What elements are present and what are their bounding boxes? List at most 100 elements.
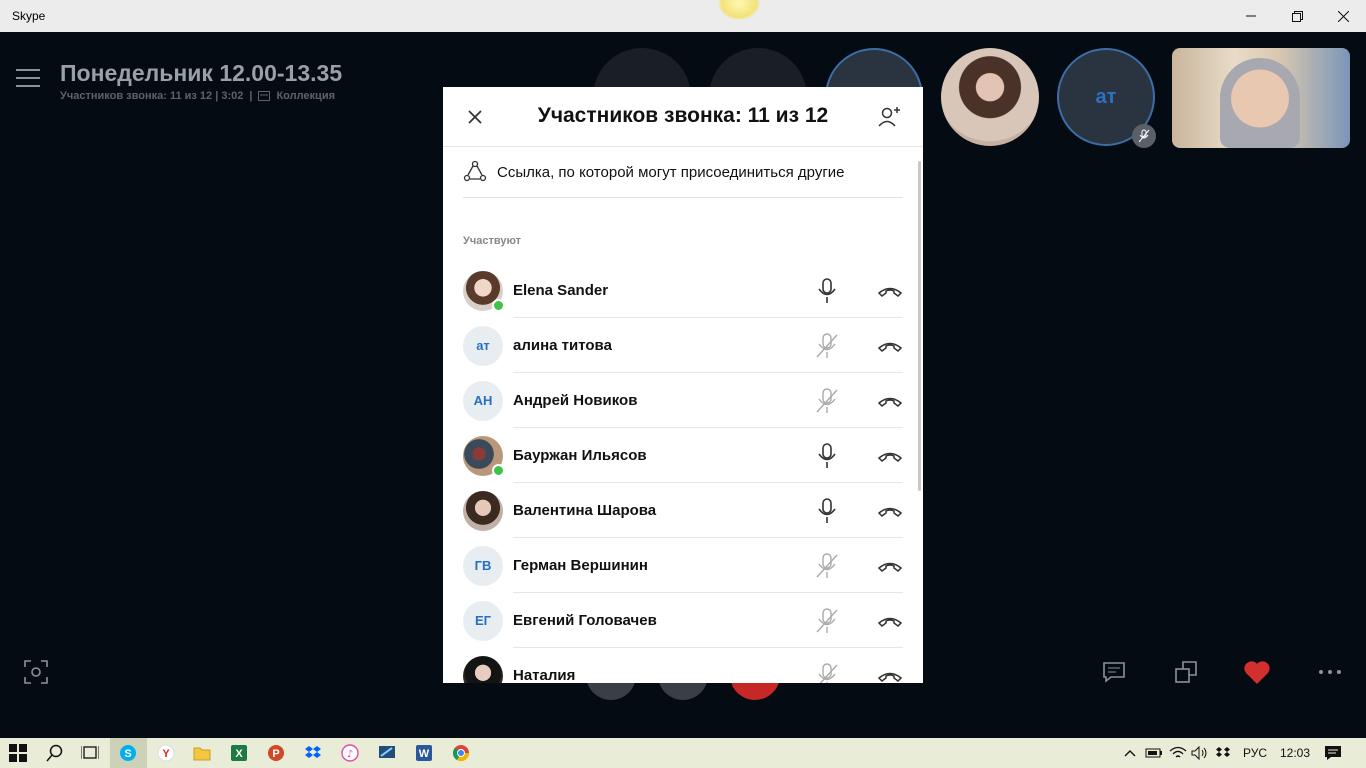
start-button[interactable]	[8, 743, 28, 763]
window-title: Skype	[12, 9, 46, 23]
remove-participant-button[interactable]	[877, 614, 903, 628]
search-icon	[46, 744, 63, 762]
participant-tile-photo[interactable]	[941, 48, 1039, 146]
hang-up-icon	[877, 562, 903, 572]
chrome-icon[interactable]	[451, 743, 471, 763]
avatar	[463, 490, 503, 531]
mic-icon	[818, 497, 836, 523]
participant-row[interactable]: Валентина Шарова	[463, 483, 903, 538]
muted-badge	[1132, 124, 1156, 148]
tablet-app-icon[interactable]	[377, 743, 397, 763]
dropbox-tray-icon[interactable]	[1213, 743, 1233, 763]
minimize-button[interactable]	[1228, 0, 1274, 32]
mic-muted-icon	[816, 552, 838, 578]
wifi-icon[interactable]	[1168, 743, 1188, 763]
action-center-button[interactable]	[1323, 743, 1343, 763]
gallery-link[interactable]: Коллекция	[276, 90, 335, 102]
menu-button[interactable]	[16, 69, 40, 89]
powerpoint-icon[interactable]: P	[266, 743, 286, 763]
remove-participant-button[interactable]	[877, 394, 903, 408]
hang-up-icon	[877, 617, 903, 627]
gallery-icon	[258, 91, 271, 101]
input-language[interactable]: РУС	[1243, 746, 1267, 760]
title-bar: Skype	[0, 0, 1366, 32]
windows-icon	[9, 744, 27, 762]
avatar-initials: ЕГ	[463, 600, 503, 641]
mute-participant-button[interactable]	[815, 497, 839, 524]
invite-link-row[interactable]: Ссылка, по которой могут присоединиться …	[463, 147, 903, 198]
remove-participant-button[interactable]	[877, 449, 903, 463]
add-participant-button[interactable]	[877, 105, 903, 129]
hang-up-icon	[877, 672, 903, 682]
mic-icon	[818, 442, 836, 468]
hang-up-icon	[877, 507, 903, 517]
hang-up-icon	[877, 287, 903, 297]
reaction-button[interactable]	[1243, 658, 1271, 686]
participant-video[interactable]	[1172, 48, 1350, 148]
chevron-up-icon	[1124, 750, 1136, 757]
remove-participant-button[interactable]	[877, 669, 903, 683]
search-button[interactable]	[45, 743, 65, 763]
share-link-icon	[463, 160, 487, 182]
skype-taskbar-icon[interactable]: S	[118, 743, 138, 763]
word-icon[interactable]: W	[414, 743, 434, 763]
chat-button[interactable]	[1100, 658, 1128, 686]
participant-muted-indicator	[815, 662, 839, 683]
itunes-icon[interactable]: ♪	[340, 743, 360, 763]
mute-participant-button[interactable]	[815, 442, 839, 469]
participant-row[interactable]: ЕГ Евгений Головачев	[463, 593, 903, 648]
participant-row[interactable]: АН Андрей Новиков	[463, 373, 903, 428]
participant-row[interactable]: ГВ Герман Вершинин	[463, 538, 903, 593]
participant-name: Бауржан Ильясов	[513, 447, 647, 464]
separator: |	[249, 90, 253, 102]
yandex-browser-icon[interactable]: Y	[156, 743, 176, 763]
battery-icon[interactable]	[1144, 743, 1164, 763]
avatar-initials: АН	[463, 380, 503, 421]
participant-row[interactable]: Elena Sander	[463, 263, 903, 318]
panel-scrollbar[interactable]	[918, 161, 921, 491]
more-icon	[1319, 670, 1341, 674]
participant-name: Герман Вершинин	[513, 557, 648, 574]
svg-text:♪: ♪	[347, 749, 353, 760]
show-hidden-icons-button[interactable]	[1120, 743, 1140, 763]
remove-participant-button[interactable]	[877, 284, 903, 298]
switch-camera-button[interactable]	[1172, 658, 1200, 686]
task-view-button[interactable]	[80, 743, 100, 763]
participant-row[interactable]: ат алина титова	[463, 318, 903, 373]
participant-row[interactable]: Бауржан Ильясов	[463, 428, 903, 483]
mute-participant-button[interactable]	[815, 277, 839, 304]
hang-up-icon	[877, 342, 903, 352]
call-subtitle: Участников звонка: 11 из 12 | 3:02 | Кол…	[60, 90, 335, 102]
remove-participant-button[interactable]	[877, 339, 903, 353]
file-explorer-icon[interactable]	[192, 743, 212, 763]
call-title: Понедельник 12.00-13.35	[60, 60, 343, 86]
focus-icon	[24, 660, 48, 684]
focus-button[interactable]	[24, 660, 48, 684]
participant-name: Наталия	[513, 667, 576, 683]
layout-icon	[1175, 661, 1197, 683]
remove-participant-button[interactable]	[877, 504, 903, 518]
clock[interactable]: 12:03	[1280, 746, 1310, 760]
participant-row[interactable]: Наталия	[463, 648, 903, 683]
participants-status: Участников звонка: 11 из 12 | 3:02	[60, 90, 244, 102]
decorative-glow	[718, 0, 760, 20]
mic-muted-icon	[816, 387, 838, 413]
restore-button[interactable]	[1274, 0, 1320, 32]
mic-icon	[818, 277, 836, 303]
participant-name: Elena Sander	[513, 282, 609, 299]
excel-icon[interactable]: X	[229, 743, 249, 763]
more-options-button[interactable]	[1316, 658, 1344, 686]
dropbox-icon[interactable]	[303, 743, 323, 763]
add-person-icon	[878, 107, 900, 127]
svg-text:X: X	[235, 748, 243, 760]
avatar-initials-text: ат	[476, 338, 490, 353]
hang-up-icon	[877, 452, 903, 462]
volume-icon[interactable]	[1190, 743, 1210, 763]
remove-participant-button[interactable]	[877, 559, 903, 573]
online-status-dot	[492, 463, 505, 477]
close-window-button[interactable]	[1320, 0, 1366, 32]
panel-title: Участников звонка: 11 из 12	[537, 104, 829, 127]
mic-muted-icon	[816, 607, 838, 633]
hang-up-icon	[877, 397, 903, 407]
minimize-icon	[1246, 15, 1256, 17]
